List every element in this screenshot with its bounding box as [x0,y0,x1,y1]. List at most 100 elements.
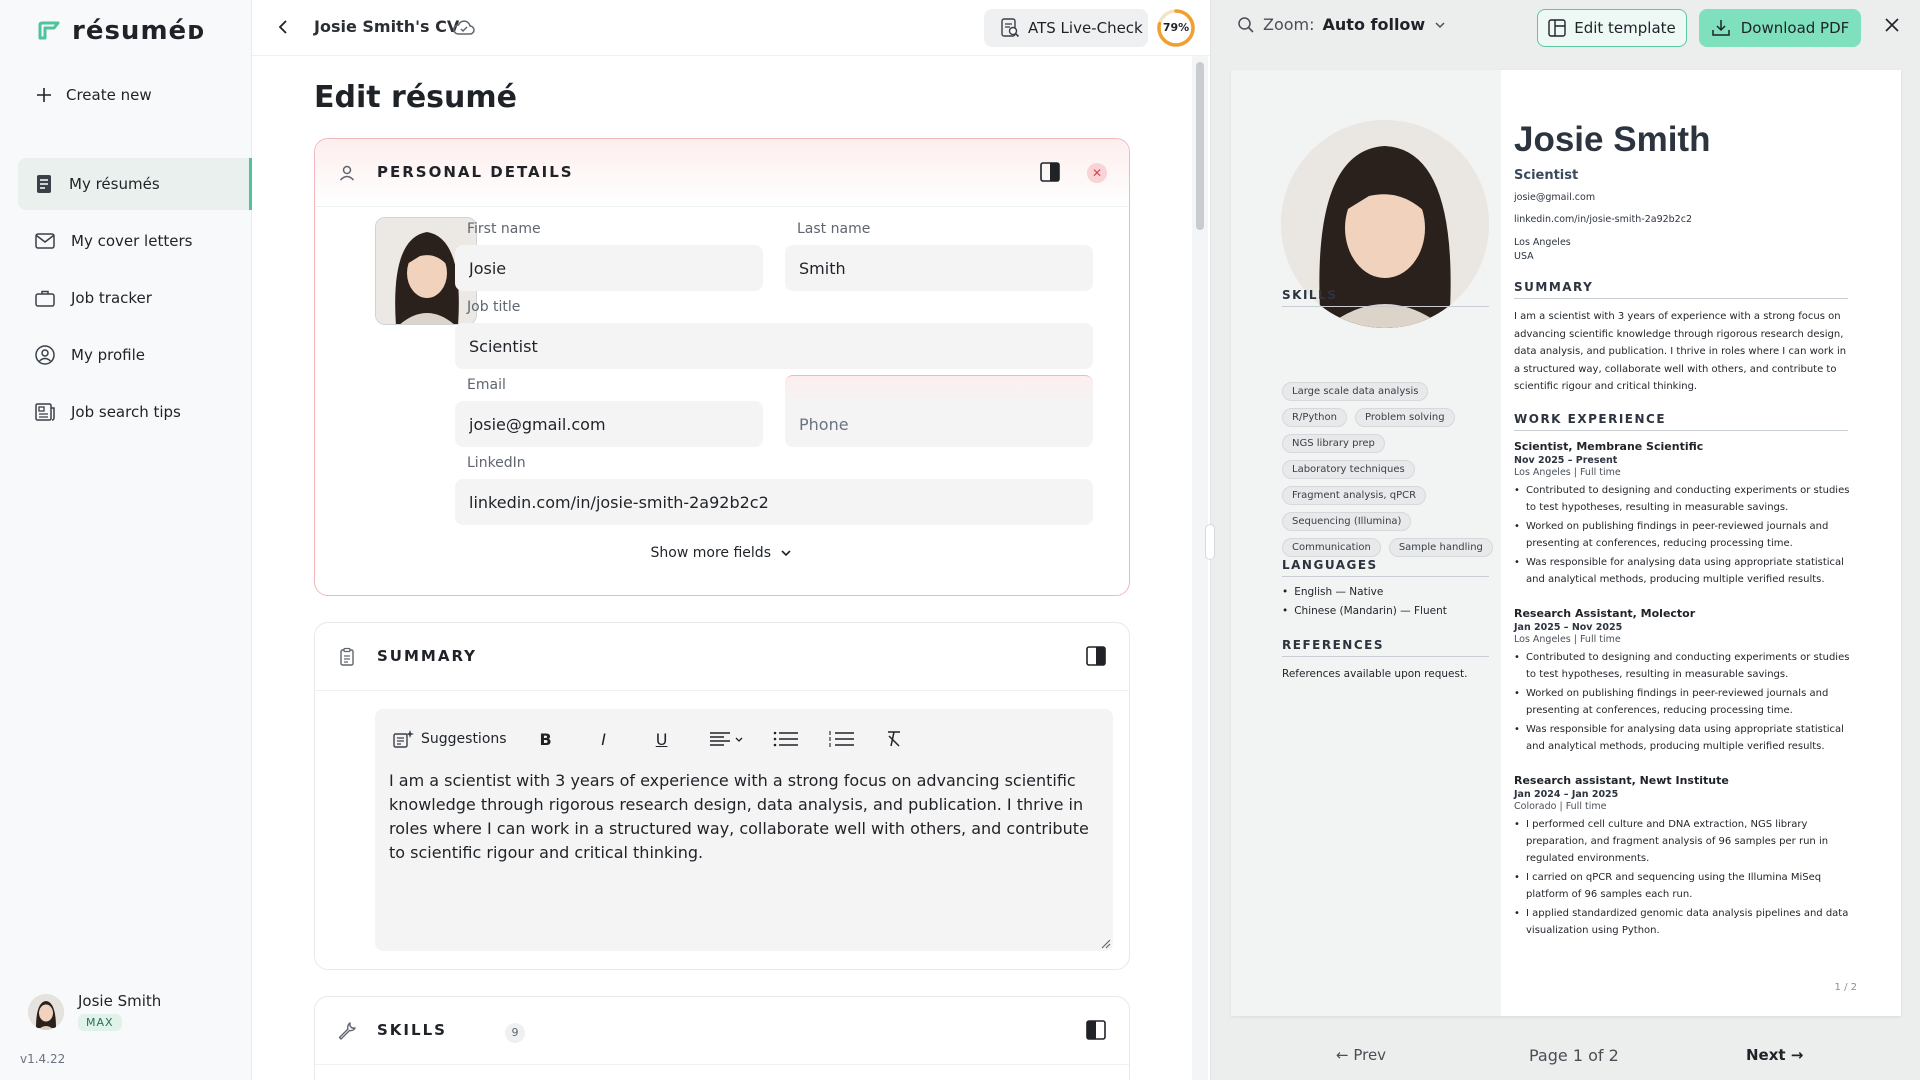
create-new-button[interactable]: Create new [36,86,152,104]
bullet-list-button[interactable] [773,727,799,751]
resume-name: Josie Smith [1514,120,1711,159]
resume-job: Research assistant, Newt Institute Jan 2… [1514,774,1854,941]
skills-count-badge: 9 [505,1023,525,1043]
column-layout-icon[interactable] [1085,1019,1107,1041]
summary-text[interactable]: I am a scientist with 3 years of experie… [389,769,1089,865]
sidebar-item-cover-letters[interactable]: My cover letters [18,215,252,267]
app-version: v1.4.22 [20,1052,66,1066]
linkedin-label: LinkedIn [467,455,526,471]
ats-live-check-button[interactable]: ATS Live-Check [984,9,1148,47]
logo[interactable]: résuméᴅ [36,16,206,46]
skill-chip: NGS library prep [1282,434,1385,453]
sidebar-item-label: My profile [71,346,145,364]
email-label: Email [467,377,506,393]
user-menu[interactable]: Josie Smith MAX [28,992,161,1031]
linkedin-input[interactable] [455,479,1093,525]
wrench-icon [338,1022,356,1040]
resume-languages-list: English — Native Chinese (Mandarin) — Fl… [1282,586,1447,624]
align-left-icon [709,732,743,746]
editor-scrollbar-thumb[interactable] [1196,62,1204,230]
skills-header[interactable]: SKILLS 9 [315,997,1129,1065]
sidebar-item-my-resumes[interactable]: My résumés [18,158,252,210]
zoom-dropdown[interactable]: Zoom: Auto follow [1237,15,1447,34]
skill-chip: Laboratory techniques [1282,460,1415,479]
editor-panel: Josie Smith's CV ATS Live-Check 79% Edit… [252,0,1210,1080]
section-title: PERSONAL DETAILS [377,163,574,181]
numbered-list-button[interactable] [829,727,855,751]
sparkle-list-icon [393,730,414,748]
cloud-saved-icon [452,17,476,37]
summary-header[interactable]: SUMMARY [315,623,1129,691]
job-date: Nov 2025 – Present [1514,455,1618,466]
resize-divider-handle[interactable] [1205,524,1215,560]
resume-city: Los Angeles [1514,237,1571,248]
first-name-input[interactable] [455,245,763,291]
download-pdf-button[interactable]: Download PDF [1699,9,1861,47]
summary-editor[interactable]: Suggestions B I U I am a scientist with … [375,709,1113,951]
personal-details-section: PERSONAL DETAILS ✕ First name Last name … [314,138,1130,596]
personal-details-header[interactable]: PERSONAL DETAILS ✕ [315,139,1129,207]
email-input[interactable] [455,401,763,447]
phone-input[interactable] [785,375,1093,447]
clipboard-icon [340,647,354,666]
column-layout-icon[interactable] [1085,645,1107,667]
clear-format-button[interactable] [885,727,903,751]
job-bullet: I applied standardized genomic data anal… [1514,905,1854,939]
job-bullet: Worked on publishing findings in peer-re… [1514,685,1854,719]
edit-template-button[interactable]: Edit template [1537,9,1687,47]
show-more-label: Show more fields [650,545,771,561]
last-name-input[interactable] [785,245,1093,291]
job-bullet: I performed cell culture and DNA extract… [1514,816,1854,867]
sidebar-item-label: My résumés [69,175,160,193]
remove-section-button[interactable]: ✕ [1087,163,1107,183]
prev-page-button[interactable]: ← Prev [1336,1046,1386,1064]
resume-linkedin: linkedin.com/in/josie-smith-2a92b2c2 [1514,214,1692,225]
job-location: Los Angeles | Full time [1514,634,1621,645]
resume-job: Scientist, Membrane Scientific Nov 2025 … [1514,440,1854,590]
job-bullet: Contributed to designing and conducting … [1514,649,1854,683]
sidebar-item-job-tracker[interactable]: Job tracker [18,272,252,324]
document-title[interactable]: Josie Smith's CV [314,17,459,36]
bold-button[interactable]: B [535,727,557,751]
zoom-value: Auto follow [1322,15,1426,34]
skill-chip: Large scale data analysis [1282,382,1429,401]
resume-preview-page[interactable]: SKILLS Large scale data analysis R/Pytho… [1231,70,1901,1016]
sidebar-nav: My résumés My cover letters Job tracker … [18,158,252,443]
job-title-input[interactable] [455,323,1093,369]
sidebar-item-job-search-tips[interactable]: Job search tips [18,386,252,438]
user-circle-icon [35,345,55,365]
chevron-down-icon [1435,21,1445,28]
resume-references-text: References available upon request. [1282,668,1468,680]
close-icon[interactable] [1883,16,1901,34]
ats-check-icon [1001,18,1020,38]
next-page-button[interactable]: Next → [1746,1046,1803,1064]
align-dropdown[interactable] [709,727,743,751]
rich-text-toolbar: Suggestions B I U [393,727,923,751]
logo-text: résuméᴅ [72,16,206,46]
ats-score-value: 79% [1162,21,1190,34]
italic-button[interactable]: I [593,727,615,751]
sidebar-item-my-profile[interactable]: My profile [18,329,252,381]
back-button[interactable] [274,16,294,38]
resize-handle-icon[interactable] [1099,937,1111,949]
underline-button[interactable]: U [651,727,673,751]
plus-icon [37,88,51,102]
job-bullet: Contributed to designing and conducting … [1514,482,1854,516]
newspaper-icon [35,403,55,421]
job-title: Research Assistant, Molector [1514,607,1696,620]
summary-section: SUMMARY Suggestions B I U I am a scienti… [314,622,1130,970]
create-new-label: Create new [66,86,152,104]
suggestions-button[interactable]: Suggestions [393,727,507,751]
logo-icon [38,21,60,40]
ats-score-ring[interactable]: 79% [1156,8,1196,48]
job-location: Los Angeles | Full time [1514,467,1621,478]
job-bullet: Was responsible for analysing data using… [1514,554,1854,588]
resume-summary-heading: SUMMARY [1514,280,1848,299]
first-name-label: First name [467,221,541,237]
person-icon [339,165,355,181]
show-more-fields-button[interactable]: Show more fields [315,545,1129,561]
column-layout-icon[interactable] [1039,161,1061,183]
resume-role: Scientist [1514,168,1579,183]
page-number: 1 / 2 [1834,982,1857,993]
resume-skills-list: Large scale data analysis R/Python Probl… [1282,382,1497,557]
